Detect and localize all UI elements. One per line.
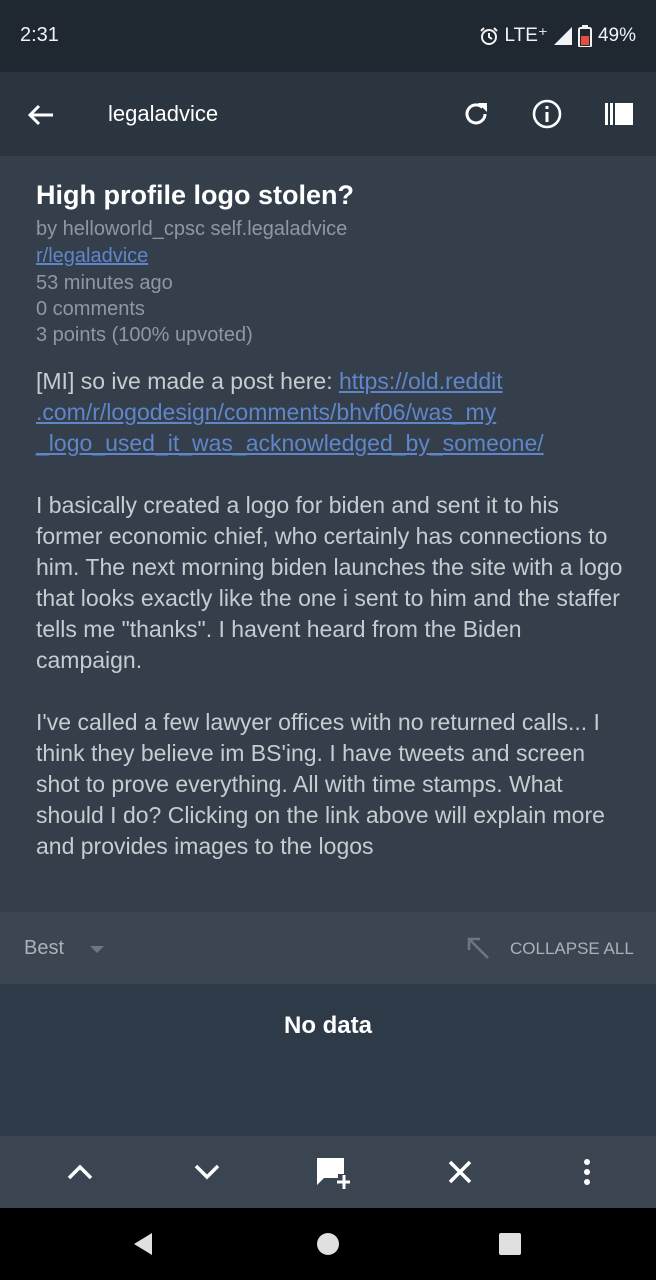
chevron-down-icon[interactable] <box>189 1154 225 1190</box>
body-link-line-1[interactable]: https://old.reddit <box>339 368 503 394</box>
collapse-arrow-icon[interactable] <box>464 934 492 962</box>
sort-dropdown[interactable]: Best <box>24 937 64 960</box>
app-bar: legaladvice <box>0 72 656 156</box>
post-paragraph: I basically created a logo for biden and… <box>36 492 623 673</box>
add-comment-icon[interactable] <box>314 1154 350 1190</box>
body-link-line-2[interactable]: .com/r/logodesign/comments/bhvf06/was_my <box>36 399 496 425</box>
post-body-intro: [MI] so ive made a post here: https://ol… <box>36 366 626 459</box>
battery-icon <box>577 24 592 47</box>
subreddit-title: legaladvice <box>108 101 219 126</box>
post-byline[interactable]: by helloworld_cpsc self.legaladvice <box>36 218 347 241</box>
post-paragraph: I've called a few lawyer offices with no… <box>36 709 605 859</box>
back-triangle-icon[interactable] <box>130 1230 158 1258</box>
system-nav-bar <box>0 1208 656 1280</box>
subreddit-link[interactable]: r/legaladvice <box>36 245 148 268</box>
close-icon[interactable] <box>442 1154 478 1190</box>
comments-section: No data <box>0 984 656 1136</box>
status-icons: LTE⁺ 49% <box>479 24 636 47</box>
network-label: LTE⁺ <box>504 25 548 46</box>
alarm-icon <box>479 26 498 45</box>
battery-level: 49% <box>597 24 636 46</box>
post-card: High profile logo stolen? by helloworld_… <box>0 156 656 912</box>
sidebar-icon[interactable] <box>603 98 635 130</box>
post-age: 53 minutes ago <box>36 272 173 294</box>
recents-square-icon[interactable] <box>496 1230 524 1258</box>
back-arrow-icon[interactable] <box>26 100 56 130</box>
status-time: 2:31 <box>20 24 59 46</box>
comment-count: 0 comments <box>36 298 145 320</box>
home-circle-icon[interactable] <box>314 1230 342 1258</box>
comment-sort-bar: Best COLLAPSE ALL <box>0 912 656 984</box>
post-points: 3 points (100% upvoted) <box>36 324 253 346</box>
bottom-toolbar <box>0 1136 656 1208</box>
status-bar: 2:31 LTE⁺ 49% <box>0 0 656 72</box>
refresh-icon[interactable] <box>460 98 492 130</box>
more-vert-icon[interactable] <box>569 1154 605 1190</box>
body-intro-text: [MI] so ive made a post here: <box>36 368 339 394</box>
collapse-all-button[interactable]: COLLAPSE ALL <box>510 939 634 959</box>
caret-down-icon[interactable] <box>90 946 104 953</box>
body-link-line-3[interactable]: _logo_used_it_was_acknowledged_by_someon… <box>36 430 544 456</box>
signal-icon <box>553 26 572 45</box>
info-icon[interactable] <box>531 98 563 130</box>
chevron-up-icon[interactable] <box>62 1154 98 1190</box>
post-title: High profile logo stolen? <box>36 180 354 210</box>
empty-comments-message: No data <box>283 1012 372 1039</box>
